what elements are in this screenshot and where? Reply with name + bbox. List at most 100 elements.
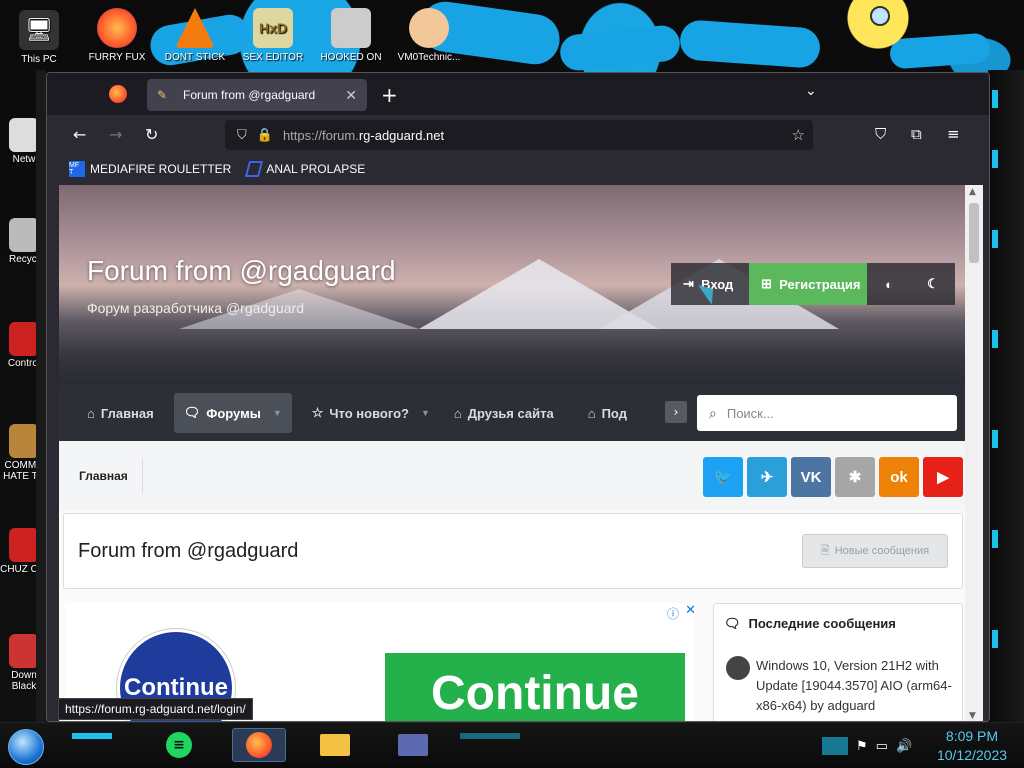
tab-strip: ✎ Forum from @rgadguard ✕ + ⌄ (47, 73, 989, 115)
nav-forums[interactable]: 🗨 Форумы ▼ (173, 393, 292, 433)
desktop-icon-vm0technic[interactable]: VM0Technic... (394, 8, 464, 63)
tag-icon: ⌂ (453, 405, 462, 421)
tracking-shield-icon[interactable]: ⛉ (237, 127, 247, 143)
desktop-icon-dont-stick[interactable]: DONT STICK (160, 8, 230, 63)
forward-icon[interactable]: → (109, 125, 122, 144)
nav-whats-new[interactable]: ☆ Что нового? ▼ (302, 393, 440, 433)
nav-more[interactable]: ⌂ Под (578, 393, 637, 433)
desktop-icon-this-pc[interactable]: 🖥 This PC (4, 10, 74, 65)
scroll-down-icon[interactable]: ▼ (969, 711, 976, 721)
home-icon: ⌂ (87, 405, 95, 421)
lock-icon[interactable]: 🔒 (257, 127, 273, 143)
red-creature-icon (9, 528, 39, 562)
flag-icon[interactable]: ⚑ (856, 739, 868, 754)
ad-continue-button[interactable]: Continue (385, 653, 685, 721)
ad-info-icon[interactable]: ⓘ (667, 605, 679, 622)
taskbar-app-explorer[interactable] (308, 728, 362, 762)
taskbar-app-spotify[interactable]: ≡ (152, 728, 206, 762)
bookmark-star-icon[interactable]: ☆ (792, 126, 805, 144)
taskbar-decoration (460, 733, 520, 739)
bookmark-site-icon (245, 161, 264, 177)
comments-icon: 🗨 (724, 616, 741, 631)
clock-date: 10/12/2023 (936, 747, 1008, 763)
scroll-up-icon[interactable]: ▲ (969, 187, 976, 197)
vk-button[interactable]: VK (791, 457, 831, 497)
star-icon: ☆ (311, 405, 324, 420)
network-icon[interactable]: ▭ (876, 739, 888, 754)
search-icon: ⌕ (709, 404, 717, 421)
menu-icon[interactable]: ≡ (947, 125, 960, 143)
search-placeholder: Поиск... (726, 405, 774, 421)
odnoklassniki-button[interactable]: ok (879, 457, 919, 497)
style-toggle-button[interactable]: ◐ (867, 263, 911, 305)
ad-close-icon[interactable]: ✕ (685, 603, 696, 618)
money-bag-icon (9, 424, 39, 458)
vm-app-icon (398, 734, 428, 756)
url-bar[interactable]: ⛉ 🔒 https://forum. rg-adguard.net ☆ (225, 120, 813, 150)
youtube-button[interactable]: ▶ (923, 457, 963, 497)
taskbar-decoration (72, 733, 112, 739)
telegram-button[interactable]: ✈ (747, 457, 787, 497)
bookmark-mediafire[interactable]: MF T MEDIAFIRE ROULETTER (69, 161, 231, 177)
caret-down-icon[interactable]: ▼ (273, 408, 282, 418)
breadcrumb-home[interactable]: Главная (65, 459, 143, 493)
taskbar-app-vm[interactable] (386, 728, 440, 762)
dark-mode-button[interactable]: ☾ (911, 263, 955, 305)
avatar[interactable] (726, 656, 750, 680)
firefox-icon (246, 732, 272, 758)
mediafire-icon: MF T (69, 161, 85, 177)
volume-icon[interactable]: 🔊 (896, 739, 912, 754)
taskbar: ≡ ⚑ ▭ 🔊 8:09 PM 10/12/2023 (0, 722, 1024, 768)
folder-icon (320, 734, 350, 756)
desktop-icon-sex-editor[interactable]: HxD SEX EDITOR (238, 8, 308, 63)
ok-icon: ok (890, 468, 908, 486)
nav-friends[interactable]: ⌂ Друзья сайта (444, 393, 564, 433)
twitter-icon: 🐦 (713, 469, 733, 486)
scrollbar-thumb[interactable] (969, 203, 979, 263)
forum-heading-panel: Forum from @rgadguard 🗎 Новые сообщения (63, 513, 963, 589)
taskbar-app-firefox[interactable] (232, 728, 286, 762)
latest-post-link[interactable]: Windows 10, Version 21H2 with Update [19… (756, 656, 952, 716)
web-page: Forum from @rgadguard Форум разработчика… (59, 185, 965, 721)
bookmark-anal-prolapse[interactable]: ANAL PROLAPSE (245, 161, 365, 177)
nav-scroll-right-icon[interactable]: › (665, 401, 687, 423)
forum-header-banner: Forum from @rgadguard Форум разработчика… (59, 185, 965, 385)
toggle-icon: ◐ (885, 276, 893, 292)
pocket-icon[interactable]: ⛉ (875, 125, 886, 143)
new-tab-icon[interactable]: + (381, 83, 398, 107)
vlc-icon (175, 8, 215, 48)
forum-nav-bar: ⌂ Главная 🗨 Форумы ▼ ☆ Что нового? ▼ ⌂ Друзья … (59, 385, 965, 441)
tab-forum[interactable]: ✎ Forum from @rgadguard ✕ (147, 79, 367, 111)
site-title[interactable]: Forum from @rgadguard (87, 255, 396, 287)
new-posts-button[interactable]: 🗎 Новые сообщения (802, 534, 948, 568)
firefox-window: ✎ Forum from @rgadguard ✕ + ⌄ ← → ↻ ⛉ 🔒 … (46, 72, 990, 722)
close-tab-icon[interactable]: ✕ (345, 87, 357, 104)
navigation-toolbar: ← → ↻ ⛉ 🔒 https://forum. rg-adguard.net ☆… (47, 115, 989, 155)
livejournal-button[interactable]: ✱ (835, 457, 875, 497)
desktop-icon-furry-fux[interactable]: FURRY FUX (82, 8, 152, 63)
back-icon[interactable]: ← (73, 125, 86, 144)
clock[interactable]: 8:09 PM 10/12/2023 (930, 727, 1014, 765)
site-subtitle: Форум разработчика @rgadguard (87, 300, 304, 316)
chevron-down-icon[interactable]: ⌄ (805, 83, 817, 99)
breadcrumb-bar: Главная 🐦 ✈ VK ✱ ok ▶ (59, 441, 965, 511)
twitter-button[interactable]: 🐦 (703, 457, 743, 497)
document-icon: 🗎 (820, 544, 830, 557)
page-scrollbar[interactable]: ▲ ▼ (965, 185, 983, 721)
firefox-icon[interactable] (109, 85, 127, 103)
asterisk-icon: ✱ (848, 469, 862, 486)
telegram-icon: ✈ (760, 469, 774, 486)
login-icon: ⇥ (683, 276, 694, 291)
nav-home[interactable]: ⌂ Главная (77, 393, 164, 433)
hxd-icon: HxD (253, 8, 293, 48)
reload-icon[interactable]: ↻ (145, 125, 158, 144)
start-button[interactable] (8, 729, 44, 765)
extensions-icon[interactable]: ⧉ (911, 125, 922, 143)
download-icon (9, 634, 39, 668)
desktop-icon-hooked-on[interactable]: HOOKED ON (316, 8, 386, 63)
register-icon: ⊞ (761, 276, 772, 291)
site-favicon-icon: ✎ (157, 88, 168, 102)
register-button[interactable]: ⊞ Регистрация (749, 263, 867, 305)
caret-down-icon[interactable]: ▼ (421, 408, 430, 418)
search-input[interactable]: ⌕ Поиск... (697, 395, 957, 431)
